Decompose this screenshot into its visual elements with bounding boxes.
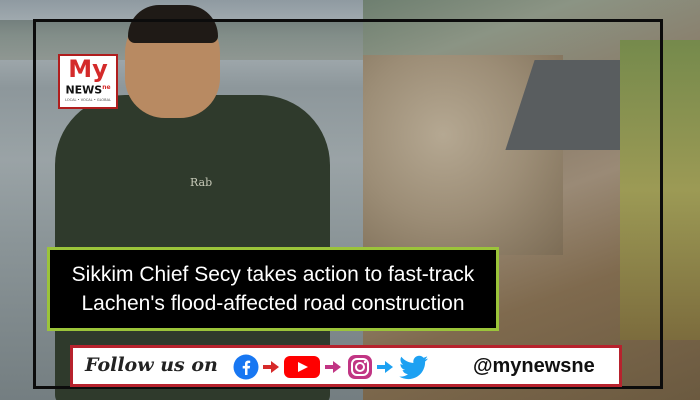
logo-ne: ne — [102, 84, 111, 91]
image-frame — [33, 19, 663, 389]
instagram-icon[interactable] — [347, 354, 373, 380]
follow-text: Follow us on — [85, 354, 218, 376]
youtube-icon[interactable] — [283, 354, 321, 380]
headline-line-1: Sikkim Chief Secy takes action to fast-t… — [71, 263, 475, 286]
arrow-right-icon — [377, 361, 393, 373]
mynews-logo: My NEWSne LOCAL • VOCAL • GLOBAL — [58, 54, 118, 109]
twitter-icon[interactable] — [399, 354, 429, 380]
logo-top-text: My — [68, 55, 108, 83]
logo-news: NEWS — [65, 83, 103, 97]
headline-box: Sikkim Chief Secy takes action to fast-t… — [47, 247, 499, 331]
social-handle: @mynewsne — [473, 355, 595, 377]
arrow-right-icon — [325, 361, 341, 373]
follow-banner: Follow us on @mynewsne — [70, 345, 622, 387]
logo-middle-text: NEWSne — [60, 82, 116, 97]
arrow-right-icon — [263, 361, 279, 373]
headline-line-2: Lachen's flood-affected road constructio… — [81, 292, 465, 315]
facebook-icon[interactable] — [233, 354, 259, 380]
logo-tagline: LOCAL • VOCAL • GLOBAL — [65, 97, 111, 102]
news-thumbnail: Rab My NEWSne LOCAL • VOCAL • GLOBAL Sik… — [0, 0, 700, 400]
